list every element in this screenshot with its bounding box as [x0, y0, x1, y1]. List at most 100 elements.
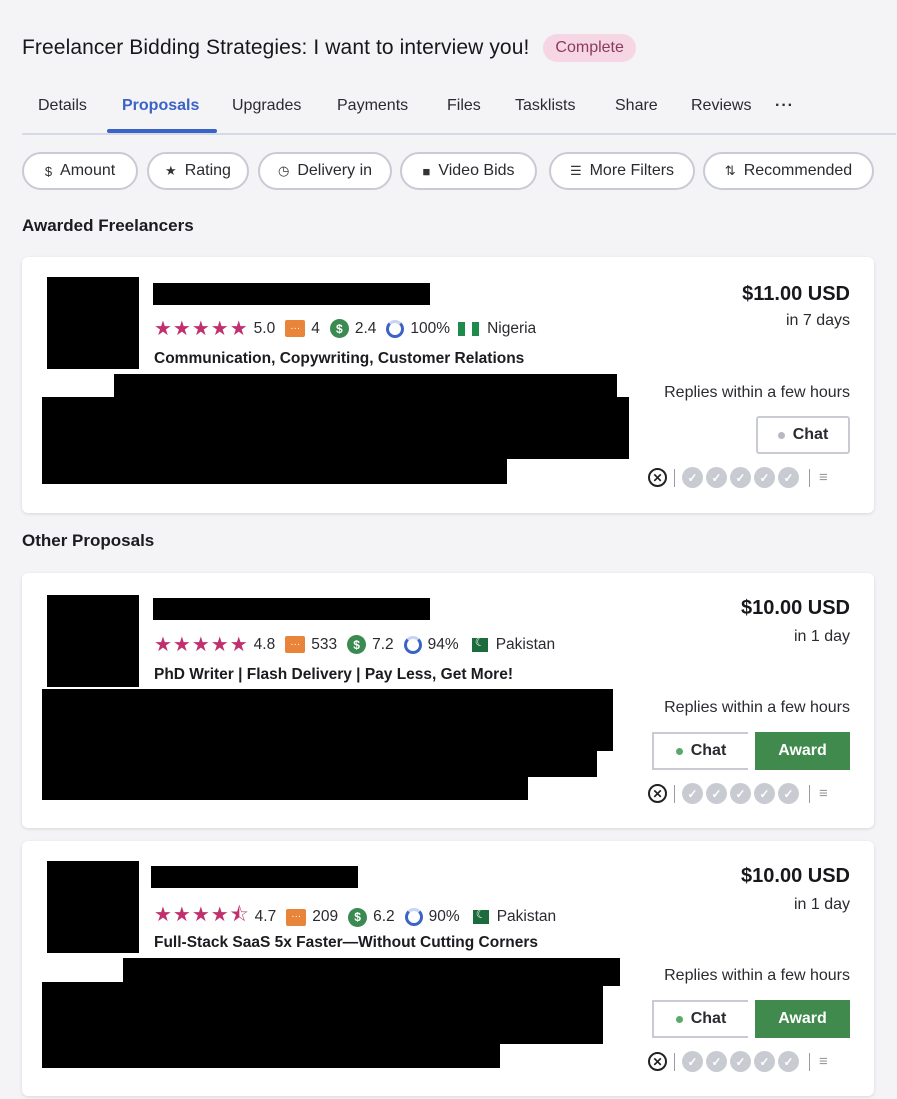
- filter-label: Amount: [60, 162, 116, 179]
- star-icon: ★: [165, 163, 177, 178]
- delivery-time: in 1 day: [793, 628, 850, 645]
- star-rating-icon: ★★★★★: [154, 318, 249, 340]
- reject-icon[interactable]: ✕: [648, 784, 667, 803]
- active-tab-indicator: [107, 129, 217, 133]
- online-status-icon: [675, 1015, 683, 1023]
- check-icon: ✓: [682, 467, 703, 488]
- completion-icon: [386, 319, 405, 338]
- redacted-username: [153, 283, 430, 305]
- tab-bar: Details Proposals Upgrades Payments File…: [22, 90, 896, 135]
- tab-tasklists[interactable]: Tasklists: [515, 97, 575, 115]
- check-icon: ✓: [730, 1051, 751, 1072]
- response-time: Replies within a few hours: [664, 699, 850, 716]
- proposal-actions: ✕ ✓ ✓ ✓ ✓ ✓ ≡: [648, 467, 828, 488]
- bid-amount: $10.00 USD: [741, 865, 850, 887]
- freelancer-stats: ★★★★⯪ 4.7 ··· 209 $ 6.2 90% Pakistan: [154, 900, 556, 934]
- note-icon[interactable]: ≡: [819, 469, 828, 486]
- redacted-proposal-text: [42, 1041, 500, 1068]
- redacted-proposal-text: [42, 457, 507, 484]
- tab-details[interactable]: Details: [38, 97, 87, 115]
- clock-icon: ◷: [277, 163, 290, 178]
- reject-icon[interactable]: ✕: [648, 468, 667, 487]
- pakistan-flag-icon: [467, 907, 489, 924]
- check-icon: ✓: [730, 467, 751, 488]
- note-icon[interactable]: ≡: [819, 785, 828, 802]
- proposals-page: Freelancer Bidding Strategies: I want to…: [0, 0, 897, 1099]
- check-icon: ✓: [706, 783, 727, 804]
- tab-payments[interactable]: Payments: [337, 97, 408, 115]
- earnings-score: 2.4: [354, 319, 377, 337]
- check-icon: ✓: [778, 467, 799, 488]
- note-icon[interactable]: ≡: [819, 1053, 828, 1070]
- chat-button[interactable]: Chat: [652, 1000, 748, 1038]
- proposal-card: ★★★★★ 4.8 ··· 533 $ 7.2 94% Pakistan PhD…: [22, 573, 874, 828]
- tab-reviews[interactable]: Reviews: [691, 97, 751, 115]
- filter-video-bids[interactable]: ■ Video Bids: [400, 152, 537, 190]
- freelancer-stats: ★★★★★ 5.0 ··· 4 $ 2.4 100% Nigeria: [154, 316, 536, 341]
- section-title-awarded: Awarded Freelancers: [22, 216, 194, 235]
- review-count: 533: [311, 635, 338, 653]
- sliders-icon: ☰: [569, 163, 582, 178]
- more-tabs-icon[interactable]: ···: [775, 97, 794, 115]
- sort-icon: ⇅: [724, 163, 736, 178]
- award-button[interactable]: Award: [755, 732, 850, 770]
- divider: [674, 784, 675, 803]
- completion-icon: [404, 908, 423, 926]
- reviews-icon: ···: [285, 636, 306, 653]
- chat-button[interactable]: Chat: [756, 416, 850, 454]
- rating-value: 4.7: [254, 908, 277, 925]
- earnings-icon: $: [348, 907, 368, 927]
- filter-amount[interactable]: $ Amount: [22, 152, 138, 190]
- divider: [674, 468, 675, 487]
- freelancer-tagline: Communication, Copywriting, Customer Rel…: [154, 350, 525, 367]
- check-icon: ✓: [754, 783, 775, 804]
- country-name: Nigeria: [487, 319, 537, 337]
- rating-value: 4.8: [253, 635, 276, 653]
- redacted-proposal-text: [42, 397, 629, 459]
- reject-icon[interactable]: ✕: [648, 1052, 667, 1071]
- chat-button[interactable]: Chat: [652, 732, 748, 770]
- reviews-icon: ···: [285, 320, 306, 337]
- tab-files[interactable]: Files: [447, 97, 481, 115]
- earnings-score: 6.2: [373, 908, 395, 925]
- sort-recommended[interactable]: ⇅ Recommended: [703, 152, 874, 190]
- dollar-icon: $: [44, 163, 53, 179]
- divider: [809, 468, 810, 487]
- tab-share[interactable]: Share: [615, 97, 658, 115]
- tab-upgrades[interactable]: Upgrades: [232, 97, 301, 115]
- avatar[interactable]: [47, 277, 139, 369]
- tab-proposals[interactable]: Proposals: [122, 97, 199, 115]
- proposal-card: ★★★★★ 5.0 ··· 4 $ 2.4 100% Nigeria Commu…: [22, 257, 874, 513]
- avatar[interactable]: [47, 861, 139, 953]
- filter-more[interactable]: ☰ More Filters: [549, 152, 695, 190]
- redacted-username: [151, 866, 358, 888]
- chat-label: Chat: [792, 426, 829, 443]
- filter-rating[interactable]: ★ Rating: [147, 152, 249, 190]
- filter-label: Video Bids: [438, 162, 515, 179]
- completion-rate: 94%: [427, 635, 459, 653]
- bid-amount: $11.00 USD: [742, 283, 850, 305]
- divider: [674, 1052, 675, 1071]
- project-header: Freelancer Bidding Strategies: I want to…: [22, 34, 636, 62]
- proposal-actions: ✕ ✓ ✓ ✓ ✓ ✓ ≡: [648, 783, 828, 804]
- nigeria-flag-icon: [458, 321, 480, 336]
- check-icon: ✓: [682, 1051, 703, 1072]
- chat-label: Chat: [690, 742, 727, 759]
- check-icon: ✓: [706, 467, 727, 488]
- earnings-icon: $: [347, 635, 367, 654]
- response-time: Replies within a few hours: [664, 384, 850, 401]
- filter-label: Rating: [184, 162, 231, 179]
- divider: [809, 784, 810, 803]
- check-icon: ✓: [682, 783, 703, 804]
- section-title-other: Other Proposals: [22, 531, 155, 550]
- response-time: Replies within a few hours: [664, 967, 850, 984]
- bid-amount: $10.00 USD: [741, 597, 850, 619]
- filter-delivery[interactable]: ◷ Delivery in: [258, 152, 392, 190]
- avatar[interactable]: [47, 595, 139, 687]
- check-icon: ✓: [778, 1051, 799, 1072]
- filter-label: More Filters: [589, 162, 675, 179]
- redacted-proposal-text: [42, 689, 613, 751]
- star-rating-icon: ★★★★⯪: [154, 904, 250, 926]
- award-button[interactable]: Award: [755, 1000, 850, 1038]
- filter-label: Recommended: [743, 162, 853, 179]
